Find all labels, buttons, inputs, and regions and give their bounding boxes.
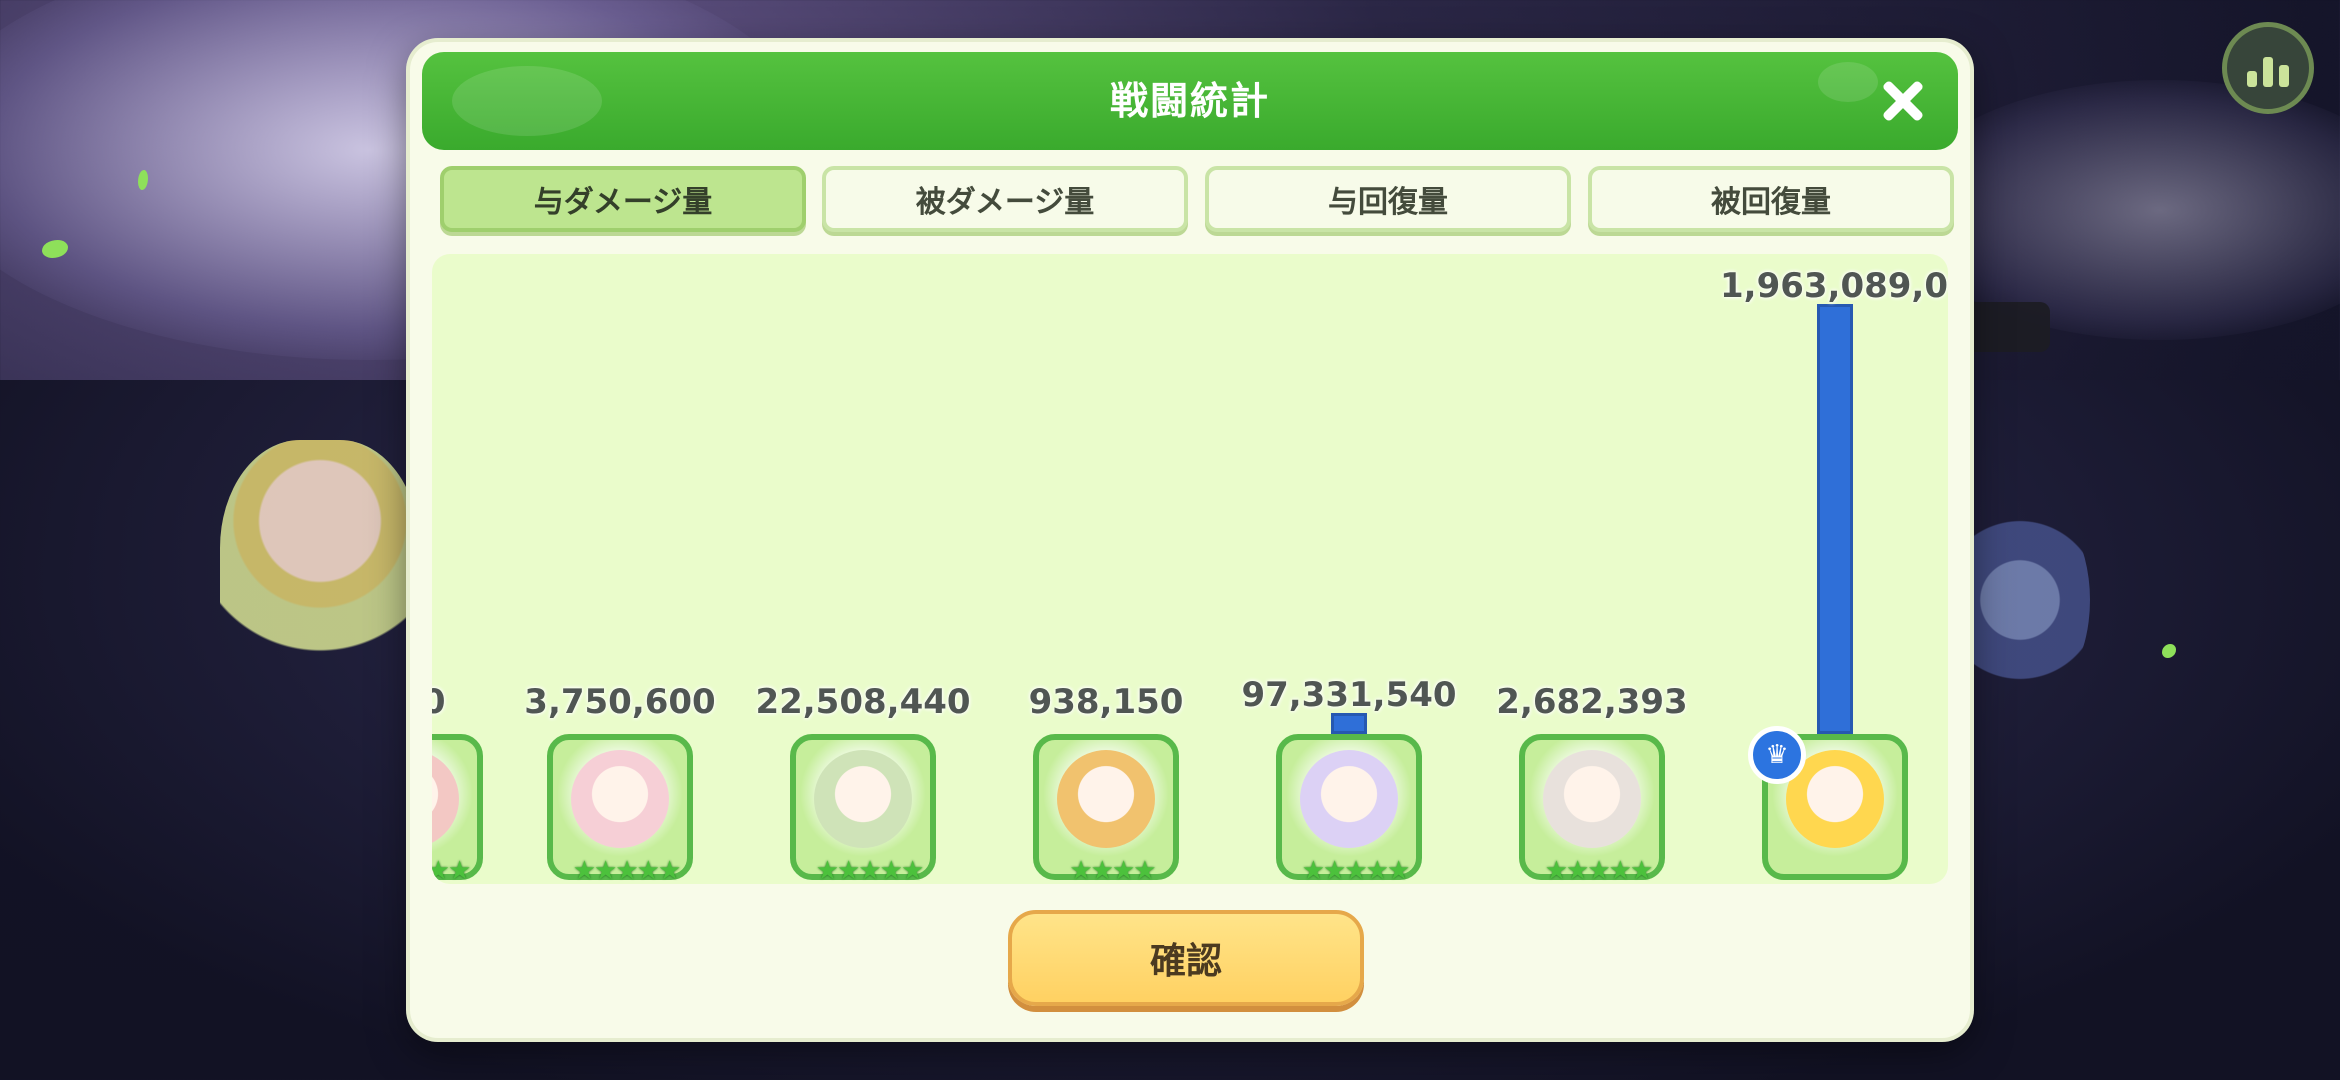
- character-portrait: [1543, 750, 1641, 848]
- dialog-title: 戦闘統計: [1109, 79, 1270, 123]
- tab-damage-taken[interactable]: 被ダメージ量: [822, 166, 1188, 232]
- close-icon[interactable]: [1876, 74, 1930, 128]
- chart-bar: [1331, 713, 1367, 734]
- chart-bar: [1817, 304, 1853, 734]
- star-rating: ★★★★★: [432, 856, 471, 884]
- damage-chart: 370★★★★★3,750,600★★★★★22,508,440★★★★★938…: [432, 254, 1948, 884]
- character-portrait: [814, 750, 912, 848]
- star-rating: ★★★★: [1069, 856, 1156, 884]
- chart-value-label: 97,331,540: [1241, 675, 1457, 715]
- star-rating: ★★★★★: [572, 856, 682, 884]
- character-card[interactable]: ★★★★★: [1276, 734, 1422, 884]
- star-rating: ★★★★★: [815, 856, 925, 884]
- character-card[interactable]: ★★★★★: [1519, 734, 1665, 884]
- character-portrait: [1300, 750, 1398, 848]
- background-character: [220, 440, 420, 710]
- tab-healing-received[interactable]: 被回復量: [1588, 166, 1954, 232]
- chart-value-label: 22,508,440: [755, 682, 971, 722]
- character-card[interactable]: ♛: [1748, 726, 1908, 880]
- battle-stats-dialog: 戦闘統計 与ダメージ量 被ダメージ量 与回復量 被回復量 370★★★★★3,7…: [410, 42, 1970, 1038]
- chart-value-label: 1,963,089,000: [1720, 266, 1948, 306]
- character-portrait: [571, 750, 669, 848]
- bar-chart-icon[interactable]: [2222, 22, 2314, 114]
- star-rating: ★★★★★: [1301, 856, 1411, 884]
- tab-damage-dealt[interactable]: 与ダメージ量: [440, 166, 806, 232]
- chart-value-label: 3,750,600: [524, 682, 716, 722]
- stat-tabs: 与ダメージ量 被ダメージ量 与回復量 被回復量: [430, 166, 1954, 236]
- dialog-header: 戦闘統計: [422, 52, 1958, 150]
- confirm-button[interactable]: 確認: [1008, 910, 1364, 1006]
- character-portrait: [432, 750, 459, 848]
- tab-healing-done[interactable]: 与回復量: [1205, 166, 1571, 232]
- character-card[interactable]: ★★★★★: [547, 734, 693, 884]
- character-card[interactable]: ★★★★★: [790, 734, 936, 884]
- chart-value-label: 2,682,393: [1496, 682, 1688, 722]
- chart-value-label: 938,150: [1028, 682, 1184, 722]
- chart-bars: 370★★★★★3,750,600★★★★★22,508,440★★★★★938…: [432, 254, 1948, 884]
- star-rating: ★★★★★: [1544, 856, 1654, 884]
- background-emblem: [1950, 490, 2090, 710]
- crown-icon: ♛: [1748, 726, 1806, 784]
- character-card[interactable]: ★★★★★: [432, 734, 483, 884]
- character-portrait: [1057, 750, 1155, 848]
- character-card[interactable]: ★★★★: [1033, 734, 1179, 884]
